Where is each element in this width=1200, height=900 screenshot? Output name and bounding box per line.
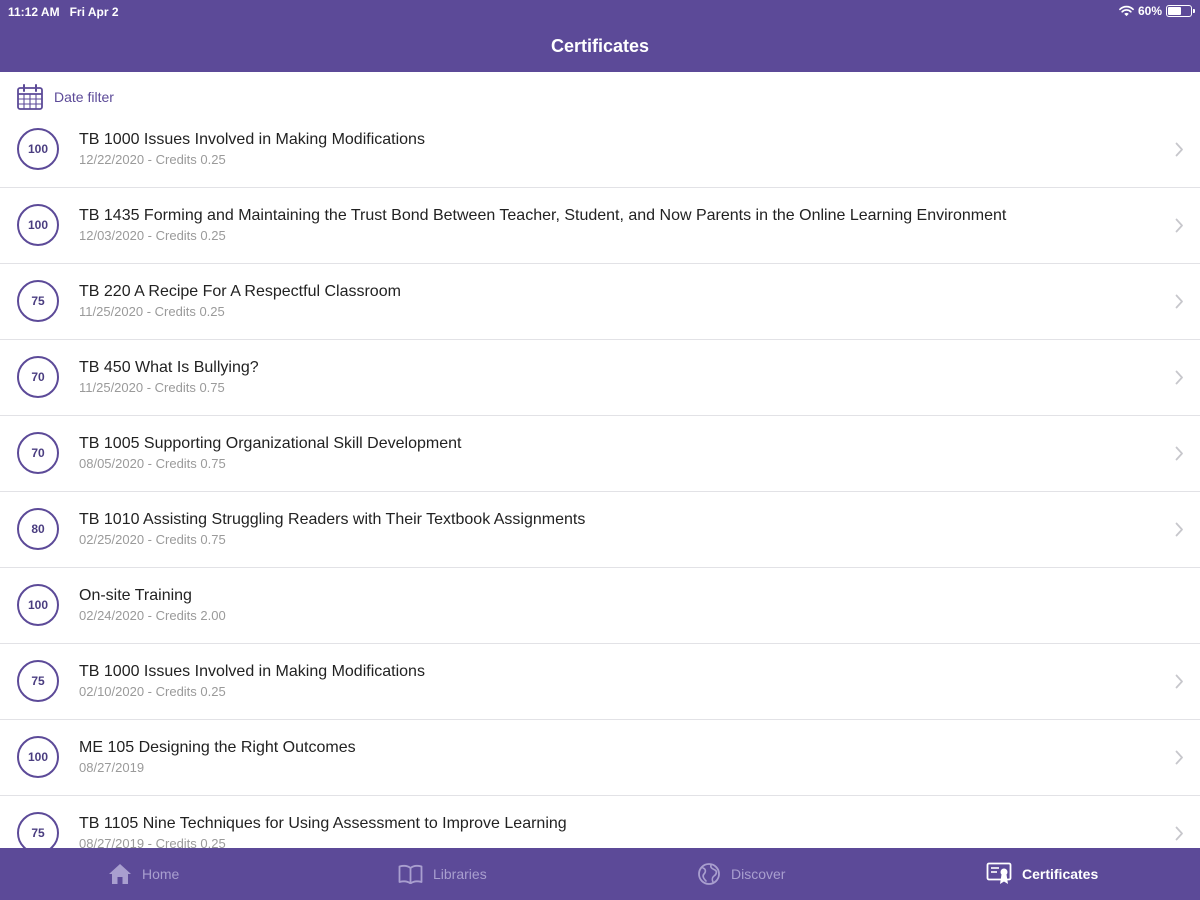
certificate-subtitle: 08/27/2019 [79,760,145,775]
score-badge: 100 [17,736,59,778]
status-date: Fri Apr 2 [69,5,119,19]
home-icon [109,864,131,884]
certificate-title: TB 1105 Nine Techniques for Using Assess… [79,815,567,832]
certificate-row[interactable]: 100 On-site Training 02/24/2020 - Credits … [0,568,1200,644]
page-title: Certificates [550,36,650,56]
header: 11:12 AM Fri Apr 2 60% Certificates [0,0,1200,72]
tab-certificates[interactable]: Certificates [986,848,1098,900]
certificate-subtitle: 08/05/2020 - Credits 0.75 [79,456,226,471]
tab-home-label: Home [142,866,180,882]
score-badge: 70 [17,432,59,474]
certificate-text: TB 1000 Issues Involved in Making Modifi… [79,662,1140,701]
score-badge: 100 [17,584,59,626]
certificate-title: TB 220 A Recipe For A Respectful Classro… [79,283,401,300]
certificate-row[interactable]: 100 ME 105 Designing the Right Outcomes 08… [0,720,1200,796]
chevron-right-icon [1175,826,1183,841]
battery-fill [1168,7,1182,15]
score-badge: 100 [17,204,59,246]
chevron-right-icon [1175,142,1183,157]
certificate-subtitle: 12/03/2020 - Credits 0.25 [79,228,226,243]
certificate-text: TB 1000 Issues Involved in Making Modifi… [79,130,1140,169]
certificate-row[interactable]: 75 TB 1000 Issues Involved in Making Modi… [0,644,1200,720]
certificate-row[interactable]: 70 TB 450 What Is Bullying? 11/25/2020 - C… [0,340,1200,416]
chevron-right-icon [1175,446,1183,461]
wifi-icon [1119,5,1134,17]
chevron-right-icon [1175,674,1183,689]
certificate-title: TB 1010 Assisting Struggling Readers wit… [79,511,586,528]
globe-icon [698,863,720,885]
certificate-text: TB 220 A Recipe For A Respectful Classro… [79,282,1140,321]
certificate-text: On-site Training 02/24/2020 - Credits 2.0… [79,586,1140,625]
certificate-title: TB 1000 Issues Involved in Making Modifi… [79,663,425,680]
certificate-subtitle: 08/27/2019 - Credits 0.25 [79,836,226,848]
score-badge: 100 [17,128,59,170]
certificate-icon [986,862,1012,884]
certificate-text: TB 1010 Assisting Struggling Readers wit… [79,510,1140,549]
status-time: 11:12 AM [8,5,60,19]
book-icon [398,864,423,884]
certificate-subtitle: 02/24/2020 - Credits 2.00 [79,608,226,623]
score-badge: 75 [17,660,59,702]
chevron-right-icon [1175,218,1183,233]
score-badge: 70 [17,356,59,398]
tab-libraries[interactable]: Libraries [398,848,487,900]
certificate-subtitle: 11/25/2020 - Credits 0.25 [79,304,225,319]
certificate-subtitle: 02/25/2020 - Credits 0.75 [79,532,226,547]
status-bar: 11:12 AM Fri Apr 2 60% [0,0,1200,24]
certificate-list[interactable]: 100 TB 1000 Issues Involved in Making Mod… [0,112,1200,848]
tab-bar: Home Libraries Discover Certificates [0,848,1200,900]
certificate-title: TB 450 What Is Bullying? [79,359,259,376]
certificate-subtitle: 12/22/2020 - Credits 0.25 [79,152,226,167]
certificate-text: TB 450 What Is Bullying? 11/25/2020 - Cre… [79,358,1140,397]
certificate-text: ME 105 Designing the Right Outcomes 08/27… [79,738,1140,777]
certificate-title: ME 105 Designing the Right Outcomes [79,739,356,756]
certificate-text: TB 1435 Forming and Maintaining the Trus… [79,206,1140,245]
battery-icon [1166,5,1195,17]
score-badge: 75 [17,812,59,848]
status-right: 60% [1119,4,1195,18]
certificate-row[interactable]: 75 TB 220 A Recipe For A Respectful Class… [0,264,1200,340]
tab-discover-label: Discover [731,866,786,882]
certificate-title: TB 1435 Forming and Maintaining the Trus… [79,207,1007,224]
certificate-row[interactable]: 100 TB 1000 Issues Involved in Making Mod… [0,112,1200,188]
certificate-row[interactable]: 75 TB 1105 Nine Techniques for Using Asse… [0,796,1200,848]
score-badge: 80 [17,508,59,550]
score-badge: 75 [17,280,59,322]
certificate-subtitle: 02/10/2020 - Credits 0.25 [79,684,226,699]
tab-certificates-label: Certificates [1022,866,1099,882]
certificate-text: TB 1105 Nine Techniques for Using Assess… [79,814,1140,848]
certificate-title: TB 1000 Issues Involved in Making Modifi… [79,131,425,148]
chevron-right-icon [1175,750,1183,765]
certificate-title: TB 1005 Supporting Organizational Skill … [79,435,462,452]
date-filter-label: Date filter [54,89,114,105]
certificate-row[interactable]: 80 TB 1010 Assisting Struggling Readers w… [0,492,1200,568]
tab-libraries-label: Libraries [433,866,487,882]
status-left: 11:12 AM Fri Apr 2 [8,5,119,19]
certificate-text: TB 1005 Supporting Organizational Skill … [79,434,1140,473]
chevron-right-icon [1175,370,1183,385]
tab-discover[interactable]: Discover [697,848,785,900]
tab-home[interactable]: Home [108,848,179,900]
certificate-title: On-site Training [79,587,192,604]
battery-percent: 60% [1137,4,1162,18]
certificate-subtitle: 11/25/2020 - Credits 0.75 [79,380,225,395]
chevron-right-icon [1175,294,1183,309]
chevron-right-icon [1175,522,1183,537]
date-filter-button[interactable]: Date filter [16,82,114,112]
certificate-row[interactable]: 100 TB 1435 Forming and Maintaining the T… [0,188,1200,264]
certificate-row[interactable]: 70 TB 1005 Supporting Organizational Skil… [0,416,1200,492]
calendar-icon [17,84,43,110]
